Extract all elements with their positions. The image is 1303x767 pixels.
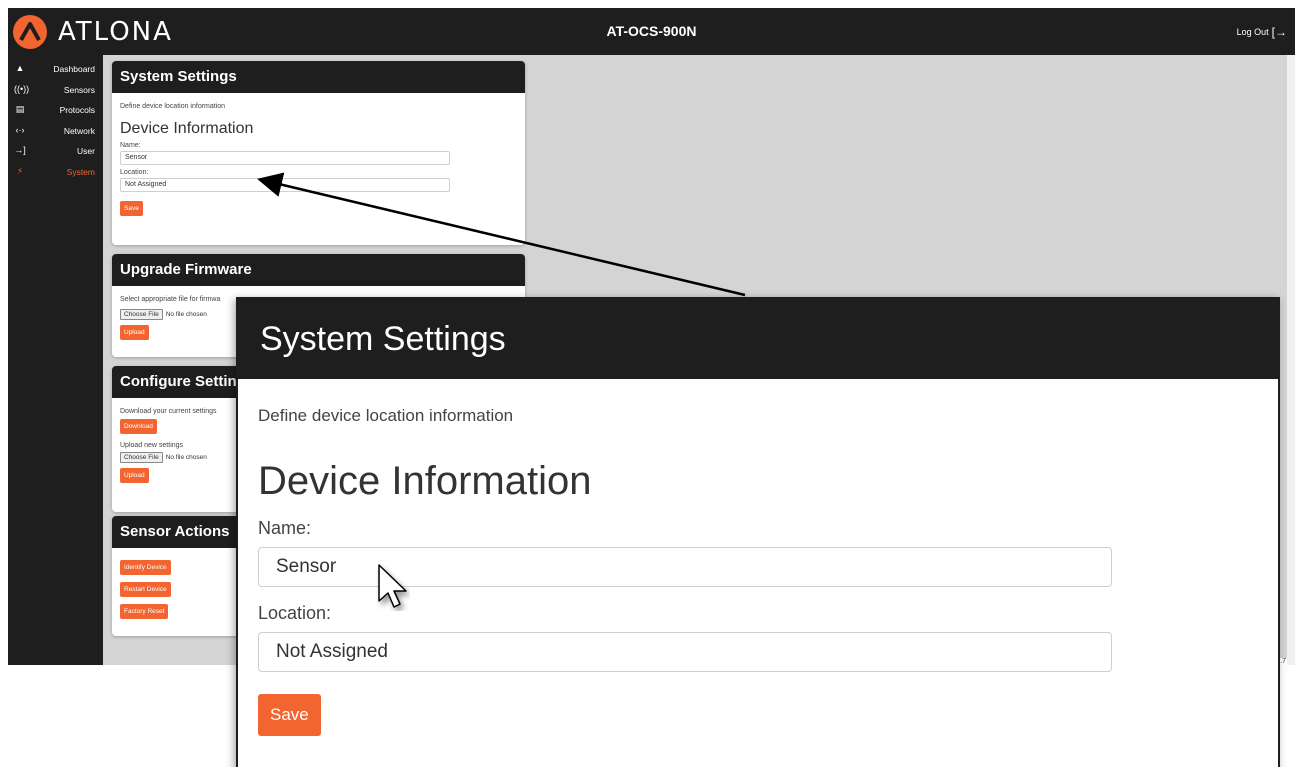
save-button[interactable]: Save (120, 201, 143, 216)
no-file-text: No file chosen (165, 454, 207, 461)
zoom-description: Define device location information (258, 406, 514, 425)
card-title: System Settings (112, 61, 525, 93)
choose-file-button[interactable]: Choose File (120, 452, 163, 463)
home-icon: ▲ (15, 63, 25, 73)
download-button[interactable]: Download (120, 419, 157, 434)
logout-arrow-icon: [→ (1271, 25, 1287, 39)
name-input[interactable]: Sensor (120, 151, 450, 165)
zoom-save-button[interactable]: Save (258, 694, 321, 736)
broadcast-icon: ((•)) (14, 83, 30, 94)
logout-label: Log Out (1236, 27, 1269, 37)
no-file-text: No file chosen (165, 311, 207, 318)
sidebar-item-network[interactable]: ‹·› Network (8, 121, 103, 142)
sidebar-item-sensors[interactable]: ((•)) Sensors (8, 80, 103, 101)
identify-device-button[interactable]: Identify Device (120, 560, 171, 575)
location-input[interactable]: Not Assigned (120, 178, 450, 192)
factory-reset-button[interactable]: Factory Reset (120, 604, 169, 619)
sidebar-item-system[interactable]: ⚡ System (8, 162, 103, 183)
card-title: Upgrade Firmware (112, 254, 525, 286)
upload-firmware-button[interactable]: Upload (120, 325, 149, 340)
logout-button[interactable]: Log Out [→ (1237, 25, 1287, 39)
zoom-name-label: Name: (258, 518, 312, 538)
device-title: AT-OCS-900N (606, 23, 697, 39)
login-icon: →] (14, 145, 26, 155)
sidebar: ▲ Dashboard ((•)) Sensors ▤ Protocols ‹·… (8, 55, 103, 665)
zoom-device-information-heading: Device Information (258, 459, 592, 503)
location-label: Location: (120, 169, 149, 176)
sidebar-item-label: Dashboard (53, 64, 95, 74)
zoom-location-input[interactable]: Not Assigned (258, 632, 1112, 672)
card-description: Define device location information (120, 103, 226, 110)
sidebar-item-label: User (77, 146, 95, 156)
mouse-cursor-icon (378, 564, 407, 608)
page-scrollbar[interactable] (1287, 55, 1295, 665)
sidebar-item-label: Protocols (59, 105, 95, 115)
device-information-heading: Device Information (120, 120, 254, 137)
sidebar-item-label: Sensors (63, 84, 95, 95)
sidebar-item-user[interactable]: →] User (8, 141, 103, 162)
sidebar-item-dashboard[interactable]: ▲ Dashboard (8, 59, 103, 80)
zoomed-system-settings-panel: System Settings Define device location i… (236, 297, 1280, 767)
zoom-title: System Settings (238, 299, 1278, 379)
upload-settings-button[interactable]: Upload (120, 468, 149, 483)
system-settings-card: System Settings Define device location i… (112, 61, 525, 245)
name-label: Name: (120, 142, 141, 149)
restart-device-button[interactable]: Restart Device (120, 582, 171, 597)
server-icon: ▤ (15, 104, 25, 114)
sidebar-item-label: Network (63, 125, 95, 136)
choose-file-button[interactable]: Choose File (120, 309, 163, 320)
sidebar-item-protocols[interactable]: ▤ Protocols (8, 100, 103, 121)
sidebar-item-label: System (66, 166, 95, 177)
top-bar: ATLONA AT-OCS-900N Log Out [→ (8, 8, 1295, 55)
network-arrows-icon: ‹·› (15, 124, 25, 135)
plug-icon: ⚡ (16, 165, 24, 176)
